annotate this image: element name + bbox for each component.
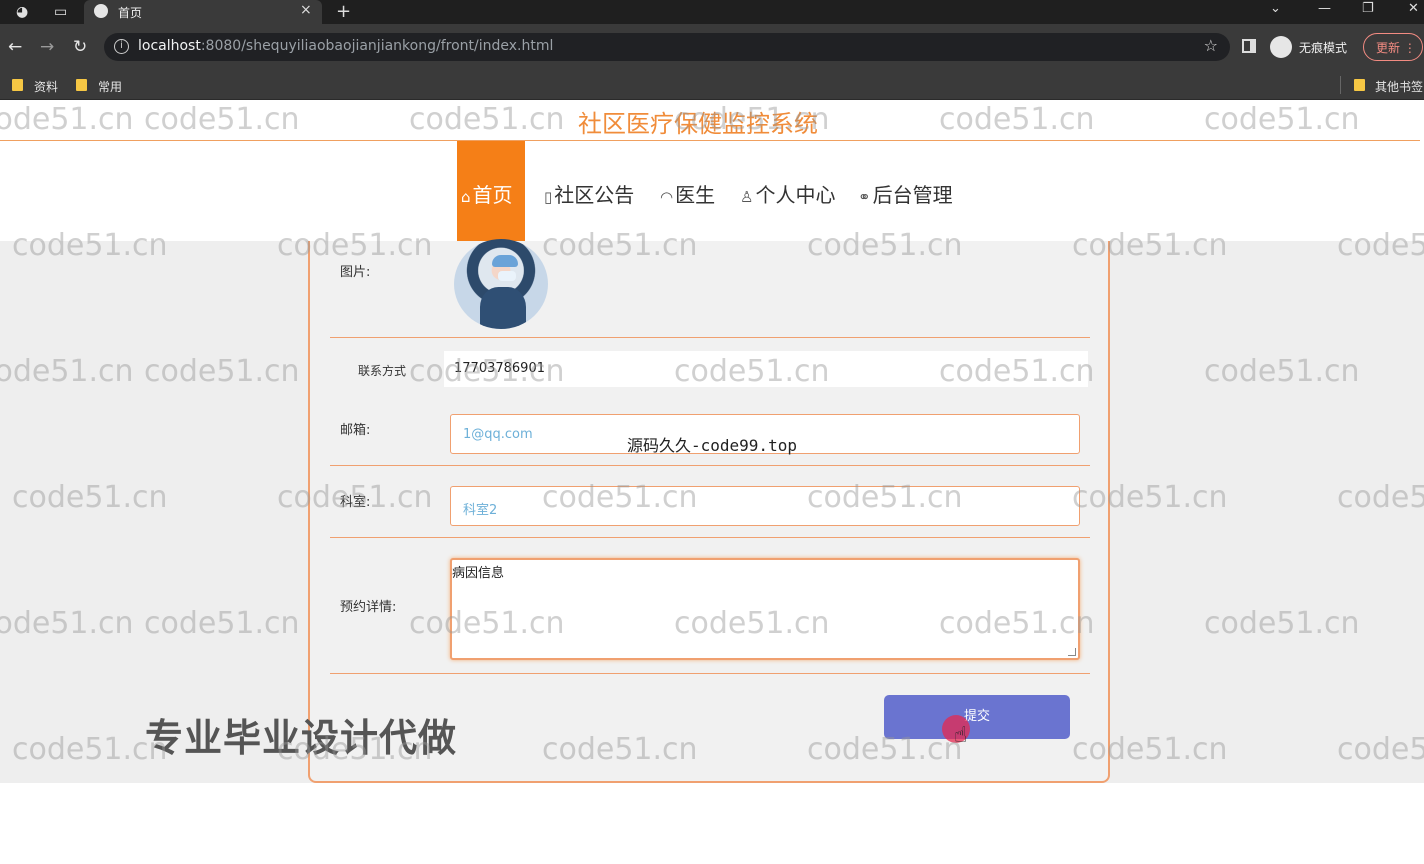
- url-text: localhost:8080/shequyiliaobaojianjiankon…: [138, 38, 554, 54]
- tab-title: 首页: [118, 6, 143, 20]
- main-nav: ⌂ 首页 ▯ 社区公告 ◠ 医生 ♙ 个人中心 ⚭ 后台管理: [0, 141, 1424, 243]
- side-panel-icon[interactable]: [1242, 39, 1256, 53]
- bookmarks-divider: [1340, 76, 1341, 94]
- code-watermark: 源码久久-code99.top: [627, 436, 797, 455]
- home-icon: ⌂: [461, 188, 471, 206]
- close-window-icon[interactable]: ✕: [1408, 1, 1419, 16]
- image-label: 图片:: [340, 265, 371, 280]
- notice-icon: ▯: [544, 188, 553, 206]
- address-bar[interactable]: i localhost:8080/shequyiliaobaojianjiank…: [104, 33, 1230, 61]
- contact-field: 17703786901: [444, 351, 1088, 387]
- link-icon: ⚭: [858, 188, 871, 206]
- resize-grip-icon[interactable]: [1068, 648, 1076, 656]
- reload-icon[interactable]: ↻: [73, 37, 87, 57]
- submit-button[interactable]: 提交: [884, 695, 1070, 739]
- minimize-icon[interactable]: —: [1318, 1, 1331, 16]
- email-label: 邮箱:: [340, 423, 371, 438]
- nav-item-home[interactable]: ⌂ 首页: [457, 141, 525, 243]
- gauge-icon: ◠: [660, 188, 674, 206]
- nav-label: 个人中心: [755, 183, 836, 207]
- browser-logo-icon[interactable]: ◕: [16, 3, 28, 21]
- update-button[interactable]: 更新 ⋮: [1363, 33, 1423, 61]
- doctor-photo: [454, 239, 548, 329]
- contact-label: 联系方式: [358, 364, 407, 378]
- detail-value: 病因信息: [452, 566, 505, 581]
- nav-label: 后台管理: [872, 183, 953, 207]
- back-arrow-icon[interactable]: ←: [8, 37, 22, 57]
- page-content: 社区医疗保健监控系统 ⌂ 首页 ▯ 社区公告 ◠ 医生 ♙ 个人中心 ⚭ 后台管理 图片:…: [0, 100, 1424, 864]
- row-divider: [330, 465, 1090, 466]
- detail-textarea[interactable]: 病因信息: [450, 558, 1080, 660]
- nav-item-announcements[interactable]: ▯ 社区公告: [544, 179, 634, 208]
- tab-grid-icon[interactable]: ▭: [54, 3, 67, 21]
- nav-item-profile[interactable]: ♙ 个人中心: [740, 179, 835, 208]
- bookmarks-bar: 资料 常用 其他书签: [0, 70, 1424, 100]
- other-bookmarks[interactable]: 其他书签: [1375, 78, 1423, 95]
- tab-close-icon[interactable]: ×: [300, 2, 312, 18]
- browser-tab-strip: ◕ ▭ 首页 × + ⌄ — ❐ ✕: [0, 0, 1424, 24]
- user-icon: ♙: [740, 188, 754, 206]
- nav-label: 社区公告: [554, 183, 635, 207]
- ad-overlay-text: 专业毕业设计代做: [145, 716, 458, 760]
- folder-icon: [1354, 79, 1365, 91]
- forward-arrow-icon[interactable]: →: [40, 37, 54, 57]
- department-input[interactable]: 科室2: [450, 486, 1080, 526]
- browser-tab-active[interactable]: 首页 ×: [84, 0, 322, 24]
- email-placeholder: 1@qq.com: [463, 427, 533, 442]
- department-label: 科室:: [340, 495, 371, 510]
- restore-icon[interactable]: ❐: [1362, 1, 1374, 16]
- nav-item-doctors[interactable]: ◠ 医生: [660, 179, 715, 208]
- detail-label: 预约详情:: [340, 600, 397, 615]
- nav-label: 医生: [675, 183, 716, 207]
- bookmark-folder-ziliao[interactable]: 资料: [34, 78, 58, 95]
- bookmark-folder-changyong[interactable]: 常用: [98, 78, 122, 95]
- incognito-icon[interactable]: [1270, 36, 1292, 58]
- nav-item-admin[interactable]: ⚭ 后台管理: [858, 179, 953, 208]
- site-info-icon[interactable]: i: [114, 39, 129, 54]
- row-divider: [330, 537, 1090, 538]
- tab-search-chevron-icon[interactable]: ⌄: [1270, 1, 1281, 16]
- folder-icon: [76, 79, 87, 91]
- site-title: 社区医疗保健监控系统: [578, 110, 818, 138]
- folder-icon: [12, 79, 23, 91]
- new-tab-button[interactable]: +: [336, 1, 351, 22]
- appointment-form: 图片: 联系方式 17703786901 邮箱: 1@qq.com 科室: 科室…: [308, 239, 1110, 783]
- department-placeholder: 科室2: [463, 503, 498, 518]
- incognito-label: 无痕模式: [1299, 41, 1348, 55]
- browser-toolbar: ← → ↻ i localhost:8080/shequyiliaobaojia…: [0, 24, 1424, 70]
- contact-value: 17703786901: [454, 361, 545, 376]
- nav-label: 首页: [472, 183, 513, 207]
- row-divider: [330, 337, 1090, 338]
- hand-cursor-icon: ☝: [954, 723, 968, 748]
- globe-icon: [94, 4, 108, 18]
- bookmark-star-icon[interactable]: ☆: [1204, 36, 1218, 55]
- row-divider: [330, 673, 1090, 674]
